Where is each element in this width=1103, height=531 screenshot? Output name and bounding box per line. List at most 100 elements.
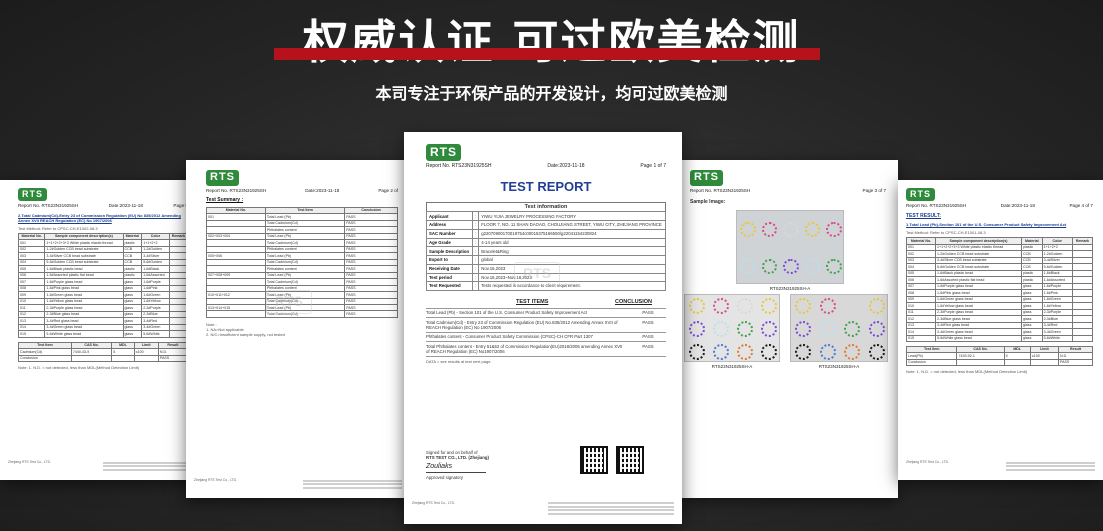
report-page-sample-images: RTS Report No. RTS23N31925SH Page 3 of 7… xyxy=(680,160,898,498)
result-table: Test Item CAS No. MDL Limit Result Lead(Pb) … xyxy=(905,345,1094,367)
description: 5-6#White glass bead xyxy=(44,330,124,338)
test-result-heading: TEST RESULT: xyxy=(906,212,941,219)
test-item-conclusion: PASS xyxy=(642,334,654,340)
data-note: DATA = see results at test next page. xyxy=(426,359,492,365)
test-method: Test Method: Refer to CPSC-CH-E1002-08.3 xyxy=(18,225,98,231)
info-row: SAC Number: g22070900170018754c0001537516… xyxy=(426,228,666,239)
approved-signatory-label: Approved signatory xyxy=(426,474,464,480)
material-no xyxy=(206,310,266,319)
report-title: TEST REPORT xyxy=(500,179,592,195)
info-key: Applicant xyxy=(426,211,473,222)
footer-company: Zhejiang RTS Test Co., LTD. xyxy=(8,460,51,464)
note-line: 2. N/C=Insufficient sample supply, not t… xyxy=(206,331,285,337)
sample-photo-right xyxy=(790,294,888,362)
report-number: Report No. RTS23N31925SH xyxy=(18,203,79,209)
watermark-stamp: RTS xyxy=(514,262,560,286)
table-row: 015 5-6#White glass bead glass 5-6#White xyxy=(905,334,1094,343)
rts-logo: RTS xyxy=(426,144,461,161)
rts-logo: RTS xyxy=(18,188,47,202)
page-number: Page 4 of 7 xyxy=(1069,203,1093,209)
info-value: Tests requested in accordance to client … xyxy=(478,281,666,291)
test-item-row: Total Lead (Pb) - Section 101 of the U.S… xyxy=(426,309,666,319)
conclusion-label: Conclusion xyxy=(18,354,72,363)
table-row: 015 5-6#White glass bead glass 5-6#White xyxy=(17,330,189,338)
test-items-list: Total Lead (Pb) - Section 101 of the U.S… xyxy=(426,307,666,358)
headline: 权威认证 可过欧美检测 xyxy=(302,15,801,69)
test-item-conclusion: PASS xyxy=(642,310,654,316)
info-key: Address xyxy=(426,220,473,230)
test-items-label: TEST ITEMS xyxy=(516,298,549,305)
rts-logo: RTS xyxy=(906,188,935,202)
test-item-text: Total Cadmium(Cd) - Entry 23 of Commissi… xyxy=(426,319,618,331)
bracelet-ring-icon xyxy=(844,343,861,360)
remark xyxy=(168,330,189,338)
info-key: Test Requested xyxy=(426,281,473,291)
bracelet-ring-icon xyxy=(868,343,885,360)
report-date: Date:2023-11-18 xyxy=(108,203,143,209)
watermark-stamp: RTS xyxy=(266,290,312,314)
info-value: global xyxy=(478,255,666,265)
summary-heading: Test Summary : xyxy=(206,197,244,204)
bracelet-ring-icon xyxy=(688,320,706,338)
color: 5-6#White xyxy=(141,330,170,338)
bracelet-ring-icon xyxy=(761,221,778,238)
bracelet-ring-icon xyxy=(712,320,730,338)
bracelet-ring-icon xyxy=(819,343,836,360)
bracelet-ring-icon xyxy=(819,320,836,338)
test-item-row: Total Cadmium(Cd) - Entry 23 of Commissi… xyxy=(426,318,666,333)
material: glass xyxy=(122,330,143,338)
signature-block: Signed for and on behalf of RTS TEST CO.… xyxy=(426,450,489,480)
test-item-conclusion: PASS xyxy=(642,319,654,325)
page-number: Page 1 of 7 xyxy=(640,163,666,169)
info-row: Age Grade:4-14 years old xyxy=(426,237,666,248)
signature: Zouliaks xyxy=(426,463,486,473)
conclusion-label: Conclusion xyxy=(905,358,958,367)
info-key: Export to xyxy=(426,255,473,265)
footer-company: Zhejiang RTS Test Co., LTD. xyxy=(412,500,455,505)
bracelet-ring-icon xyxy=(868,298,885,315)
photo-caption: RTS23N31925SH-A xyxy=(818,364,860,369)
component-table: Material No. Sample component description… xyxy=(905,237,1094,343)
info-key: Test period xyxy=(426,272,473,283)
bracelet-ring-icon xyxy=(740,258,756,275)
component-table: Material No. Sample component description… xyxy=(17,232,189,338)
bracelet-ring-icon xyxy=(760,320,778,338)
bracelet-ring-icon xyxy=(795,320,812,338)
bracelet-ring-icon xyxy=(804,221,821,238)
bracelet-ring-icon xyxy=(783,258,799,275)
test-item-row: Total Phthalates content - Entry 51&52 o… xyxy=(426,342,666,358)
test-item-row: Phthalates content - Consumer Product Sa… xyxy=(426,333,666,343)
material: glass xyxy=(1021,334,1043,343)
headline-underline-bar xyxy=(274,48,820,60)
bracelet-ring-icon xyxy=(760,298,778,315)
report-page-cover: RTS Report No. RTS23N31925SH Date:2023-1… xyxy=(404,132,682,524)
bracelet-ring-icon xyxy=(804,258,821,275)
bracelet-ring-icon xyxy=(819,298,836,315)
rts-logo: RTS xyxy=(690,170,723,186)
conclusion-value: PASS xyxy=(1057,358,1094,367)
page-number: Page 2 of xyxy=(378,187,398,193)
conclusion-label: CONCLUSION xyxy=(615,298,652,305)
report-date: Date:2023-11-18 xyxy=(1000,203,1035,209)
bracelet-ring-icon xyxy=(688,343,706,360)
notes: Note :1. NA=Not applicable 2. N/C=Insuffi… xyxy=(206,322,398,337)
qr-code-icon xyxy=(580,446,608,474)
info-value: g22070900170018754c00015375166550/g22041… xyxy=(478,228,666,239)
test-item-text: Total Lead (Pb) - Section 101 of the U.S… xyxy=(426,310,587,316)
bracelet-ring-icon xyxy=(736,343,754,360)
info-value: Nov.16,2023~Nov.18,2023 xyxy=(478,272,666,283)
material-no: 015 xyxy=(905,334,937,343)
info-row: Sample Description: Bracelet&Ring xyxy=(426,246,666,257)
sample-photo-top xyxy=(736,210,844,284)
bracelet-ring-icon xyxy=(868,320,885,338)
report-page-right-outer: RTS Report No. RTS23N31925SH Date:2023-1… xyxy=(898,180,1103,480)
report-number: Report No. RTS23N31925SH xyxy=(690,187,751,193)
bracelet-ring-icon xyxy=(826,258,842,275)
info-key: Sample Description xyxy=(426,246,473,257)
report-date: Date:2023-11-18 xyxy=(305,187,340,193)
bracelet-ring-icon xyxy=(844,320,861,338)
section-subheading: 1.Total Lead (Pb)-Section 101 of the U.S… xyxy=(906,222,1067,228)
result-table: Test Item CAS No. MDL Limit Result Cadmium(C… xyxy=(18,341,189,363)
conclusion-value: PASS xyxy=(157,354,189,363)
material-no: 015 xyxy=(17,330,46,338)
